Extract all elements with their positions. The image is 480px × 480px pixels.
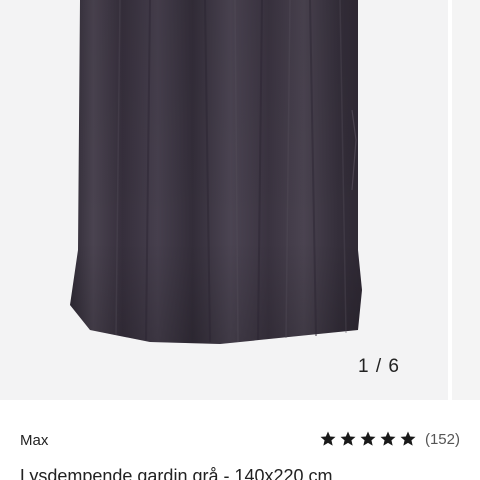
gallery-slide-next-peek[interactable] <box>452 0 480 400</box>
gallery-slide-current[interactable]: 1 / 6 <box>0 0 448 400</box>
product-image[interactable] <box>0 0 448 400</box>
product-title: Lysdempende gardin grå - 140x220 cm <box>20 466 333 480</box>
product-page: 1 / 6 Max (152) Lysdempende gardin grå -… <box>0 0 480 480</box>
review-count[interactable]: (152) <box>425 431 460 448</box>
star-icon <box>380 431 396 446</box>
brand-name[interactable]: Max <box>20 432 48 449</box>
star-icon <box>360 431 376 446</box>
star-icon <box>320 431 336 446</box>
image-counter: 1 / 6 <box>358 356 400 377</box>
star-icon <box>340 431 356 446</box>
star-icon <box>400 431 416 446</box>
rating-summary[interactable]: (152) <box>319 430 460 448</box>
image-gallery[interactable]: 1 / 6 <box>0 0 480 400</box>
